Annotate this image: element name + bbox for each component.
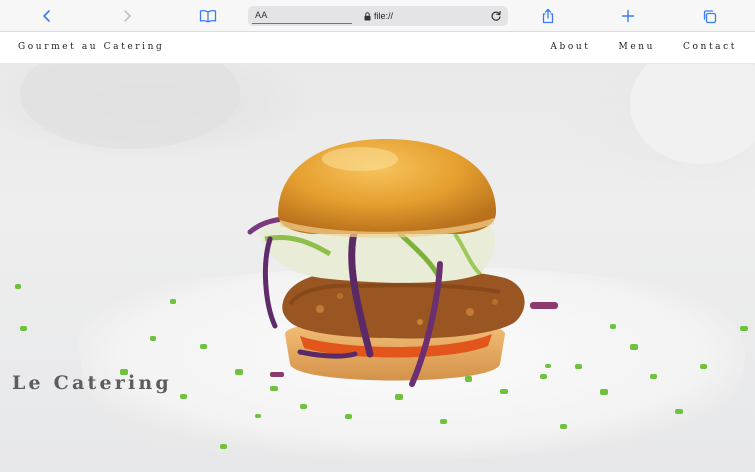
nav-links: About Menu Contact (550, 42, 737, 52)
brand-name[interactable]: Gourmet au Catering (18, 42, 164, 52)
browser-toolbar: AA file:// (0, 0, 755, 32)
hero-title: Le Catering (12, 372, 172, 394)
burger-photo (15, 64, 755, 461)
forward-button[interactable] (117, 6, 137, 26)
tabs-button[interactable] (699, 6, 719, 26)
reload-icon[interactable] (490, 10, 502, 22)
chevron-right-icon (124, 10, 131, 22)
chevron-left-icon (43, 10, 50, 22)
address-bar[interactable]: AA file:// (248, 6, 508, 26)
share-button[interactable] (538, 6, 558, 26)
back-button[interactable] (37, 6, 57, 26)
loading-indicator (252, 23, 352, 24)
url-text: file:// (374, 11, 394, 21)
plus-icon (621, 9, 635, 23)
share-icon (542, 8, 554, 24)
url-display[interactable]: file:// (364, 10, 393, 22)
bookmarks-button[interactable] (198, 6, 218, 26)
nav-link-about[interactable]: About (550, 42, 590, 52)
site-nav: Gourmet au Catering About Menu Contact (0, 32, 755, 64)
tabs-icon (703, 9, 716, 23)
lock-icon (364, 11, 371, 20)
new-tab-button[interactable] (618, 6, 638, 26)
reader-view-button[interactable]: AA (255, 10, 267, 20)
hero-section: Le Catering (0, 64, 755, 472)
book-icon (199, 10, 217, 23)
nav-link-contact[interactable]: Contact (683, 42, 737, 52)
nav-link-menu[interactable]: Menu (619, 42, 656, 52)
